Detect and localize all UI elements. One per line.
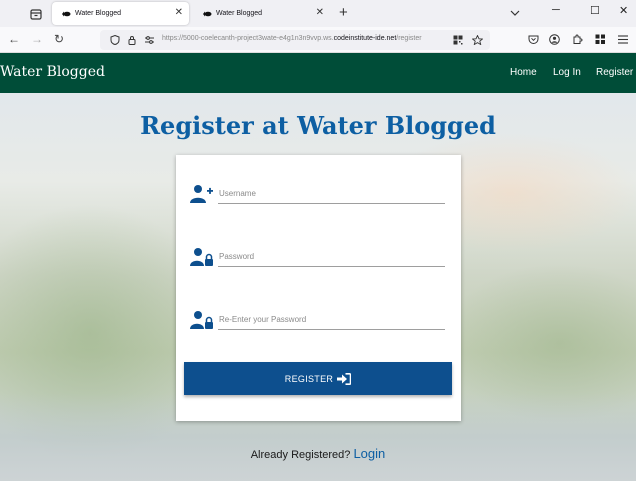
tab-title: Water Blogged [216, 10, 263, 17]
already-registered-label: Already Registered? [250, 449, 351, 461]
url-bar[interactable]: https://5000-coelecanth-project3wate-e4g… [100, 30, 490, 50]
account-icon[interactable] [549, 34, 560, 45]
confirm-password-field-group [190, 306, 447, 338]
browser-tab-bar: Water Blogged ✕ Water Blogged ✕ + ─ ☐ ✕ [0, 0, 636, 27]
username-field-group [190, 180, 447, 212]
minimize-button[interactable]: ─ [552, 4, 560, 16]
user-lock-icon [190, 248, 213, 266]
nav-link-login[interactable]: Log In [553, 67, 581, 78]
sign-in-icon [337, 372, 352, 385]
hamburger-menu-icon[interactable] [618, 35, 628, 44]
url-path: /register [396, 35, 422, 42]
password-input[interactable] [218, 247, 445, 267]
shield-icon[interactable] [110, 35, 120, 45]
tab-list-icon[interactable] [28, 6, 44, 22]
permissions-icon[interactable] [144, 35, 155, 45]
back-button[interactable]: ← [8, 32, 20, 46]
chevron-down-icon[interactable] [510, 8, 520, 18]
confirm-password-input[interactable] [218, 310, 445, 330]
browser-tab[interactable]: Water Blogged ✕ [193, 2, 330, 25]
fish-favicon-icon [203, 11, 212, 16]
register-form-card: REGISTER [176, 155, 461, 421]
lock-icon[interactable] [127, 35, 137, 45]
browser-navigation-bar: ← → ↻ https://5000-coelecanth-project3wa… [0, 27, 636, 53]
nav-link-register[interactable]: Register [596, 67, 633, 78]
new-tab-button[interactable]: + [339, 4, 348, 21]
site-header: Water Blogged Home Log In Register [0, 53, 636, 93]
browser-tab-active[interactable]: Water Blogged ✕ [52, 2, 189, 25]
fish-favicon-icon [62, 11, 71, 16]
reload-button[interactable]: ↻ [54, 32, 64, 46]
password-field-group [190, 243, 447, 275]
url-prefix: https://5000-coelecanth-project3wate-e4g… [162, 35, 334, 42]
qr-code-icon[interactable] [453, 35, 463, 45]
forward-button[interactable]: → [31, 32, 43, 46]
maximize-button[interactable]: ☐ [590, 4, 600, 17]
extensions-icon[interactable] [572, 34, 583, 45]
close-tab-icon[interactable]: ✕ [175, 7, 183, 19]
close-window-button[interactable]: ✕ [619, 4, 628, 17]
nav-link-home[interactable]: Home [510, 67, 537, 78]
register-button[interactable]: REGISTER [184, 362, 452, 395]
tab-title: Water Blogged [75, 10, 122, 17]
user-lock-icon [190, 311, 213, 329]
username-input[interactable] [218, 184, 445, 204]
close-tab-icon[interactable]: ✕ [316, 7, 324, 19]
bookmark-star-icon[interactable] [472, 35, 483, 45]
page-title: Register at Water Blogged [140, 111, 496, 140]
register-button-label: REGISTER [284, 373, 334, 384]
login-link[interactable]: Login [353, 446, 385, 461]
web-page: Water Blogged Home Log In Register Regis… [0, 53, 636, 481]
pocket-icon[interactable] [528, 34, 539, 45]
url-host: codeinstitute-ide.net [333, 35, 397, 42]
already-registered-text: Already Registered? Login [0, 446, 636, 461]
user-plus-icon [190, 185, 213, 203]
site-brand[interactable]: Water Blogged [0, 64, 105, 80]
url-text: https://5000-coelecanth-project3wate-e4g… [162, 35, 422, 42]
apps-grid-icon[interactable] [595, 34, 606, 45]
